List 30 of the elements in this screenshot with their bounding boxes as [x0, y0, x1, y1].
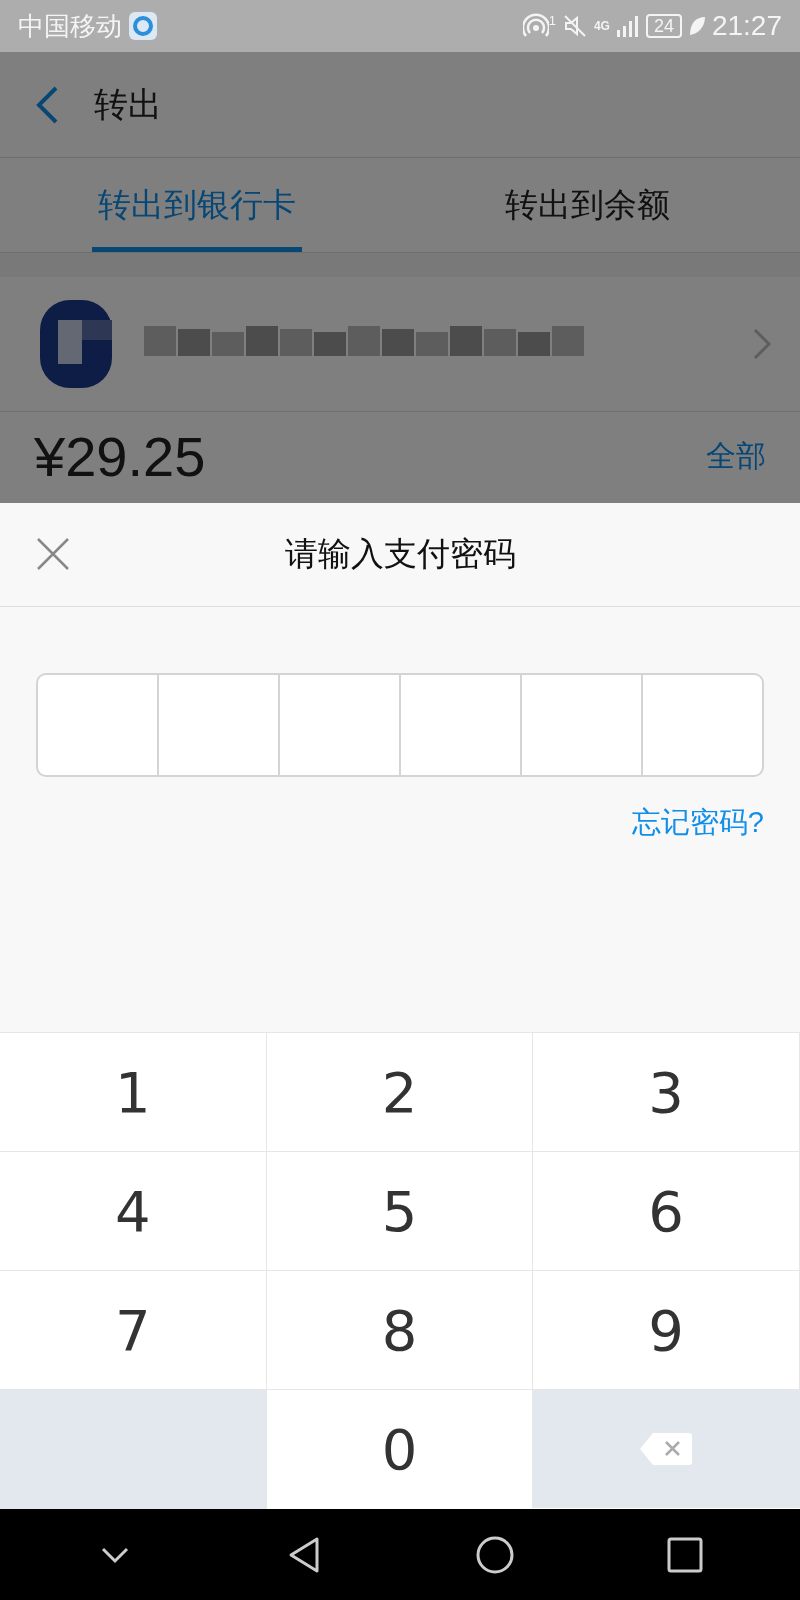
digit-key[interactable]: 7	[0, 1270, 267, 1389]
backspace-icon	[639, 1431, 694, 1467]
network-type: 4G	[593, 19, 610, 33]
close-button[interactable]	[36, 537, 70, 571]
amount-value: ¥29.25	[34, 423, 206, 489]
digit-key[interactable]: 3	[533, 1032, 800, 1151]
app-notification-icon	[128, 11, 158, 41]
digit-key[interactable]: 1	[0, 1032, 267, 1151]
hotspot-icon	[522, 13, 549, 39]
sheet-title: 请输入支付密码	[284, 534, 516, 574]
password-field[interactable]	[36, 673, 764, 777]
battery-level: 24	[645, 14, 682, 38]
digit-key[interactable]: 4	[0, 1151, 267, 1270]
page-title: 转出	[94, 83, 162, 125]
digit-key[interactable]: 0	[266, 1389, 534, 1508]
clock-time: 21:27	[711, 10, 782, 42]
digit-key[interactable]: 8	[266, 1270, 534, 1389]
hotspot-count: 1	[548, 13, 556, 28]
close-icon	[36, 537, 70, 571]
digit-key[interactable]: 5	[266, 1151, 534, 1270]
chevron-right-icon	[752, 327, 772, 361]
digit-key[interactable]: 9	[533, 1270, 800, 1389]
digit-key[interactable]: 2	[266, 1032, 534, 1151]
digit-key[interactable]: 6	[533, 1151, 800, 1270]
leaf-icon	[687, 15, 706, 37]
tab[interactable]: 转出到余额	[394, 158, 780, 252]
carrier-name: 中国移动	[18, 9, 122, 43]
signal-icon	[615, 14, 640, 38]
muted-speaker-icon	[561, 13, 588, 39]
home-icon[interactable]	[475, 1534, 515, 1575]
